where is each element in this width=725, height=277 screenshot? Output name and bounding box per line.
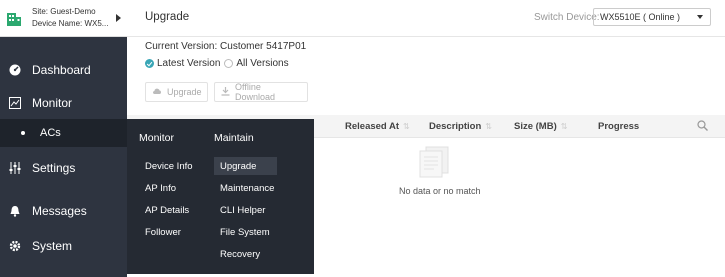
header-divider: [127, 36, 725, 37]
menu-item-upgrade[interactable]: Upgrade: [220, 161, 256, 172]
search-icon[interactable]: [697, 120, 708, 131]
nav-label: System: [32, 239, 73, 253]
page-title: Upgrade: [145, 11, 190, 23]
radio-latest-version[interactable]: [145, 59, 154, 68]
bullet-icon: [21, 131, 25, 135]
menu-item-recovery[interactable]: Recovery: [220, 249, 260, 260]
upgrade-button-label: Upgrade: [167, 87, 202, 97]
monitor-icon: [8, 97, 21, 110]
sort-icon: ⇅: [403, 122, 410, 131]
site-selector[interactable]: Site: Guest-Demo Device Name: WX5...: [0, 0, 127, 37]
offline-download-label: Offline Download: [235, 82, 276, 102]
nav-subitem-acs[interactable]: ACs: [0, 119, 127, 147]
column-size[interactable]: Size (MB) ⇅: [514, 121, 567, 132]
nav-label: Settings: [32, 161, 76, 175]
menu-item-device-info[interactable]: Device Info: [145, 161, 193, 172]
flyout-monitor-header: Monitor: [139, 132, 175, 144]
menu-item-ap-details[interactable]: AP Details: [145, 205, 189, 216]
download-icon: [221, 86, 230, 98]
column-released-at[interactable]: Released At ⇅: [345, 121, 410, 132]
menu-item-cli-helper[interactable]: CLI Helper: [220, 205, 265, 216]
switch-device-select[interactable]: WX5510E ( Online ): [593, 8, 711, 26]
sliders-icon: [8, 162, 21, 175]
menu-item-follower[interactable]: Follower: [145, 227, 181, 238]
empty-document-icon: [419, 146, 449, 178]
nav-label: Messages: [32, 204, 87, 218]
nav-item-messages[interactable]: Messages: [0, 196, 127, 226]
radio-latest-label[interactable]: Latest Version: [157, 58, 220, 69]
gear-icon: [8, 240, 21, 253]
nav-item-monitor[interactable]: Monitor: [0, 88, 127, 118]
column-progress: Progress: [598, 121, 640, 132]
nav-item-system[interactable]: System: [0, 231, 127, 261]
building-icon: [7, 13, 21, 26]
menu-item-maintenance[interactable]: Maintenance: [220, 183, 274, 194]
flyout-maintain-header: Maintain: [214, 132, 254, 144]
radio-all-versions[interactable]: [224, 59, 234, 68]
site-name: Site: Guest-Demo: [32, 7, 96, 16]
column-description[interactable]: Description ⇅: [429, 121, 492, 132]
monitor-flyout-menu: Monitor Maintain Device Info AP Info AP …: [127, 119, 314, 274]
device-name: Device Name: WX5...: [32, 19, 109, 28]
bell-icon: [8, 205, 21, 218]
sort-icon: ⇅: [560, 122, 568, 131]
current-version: Current Version: Customer 5417P01: [145, 41, 307, 52]
chevron-right-icon: [116, 14, 121, 22]
sort-icon: ⇅: [485, 122, 492, 131]
nav-sub-label: ACs: [40, 127, 61, 139]
menu-item-ap-info[interactable]: AP Info: [145, 183, 176, 194]
switch-device-label: Switch Device:: [534, 12, 600, 23]
menu-item-file-system[interactable]: File System: [220, 227, 270, 238]
nav-item-settings[interactable]: Settings: [0, 153, 127, 183]
nav-item-dashboard[interactable]: Dashboard: [0, 55, 127, 85]
cloud-upload-icon: [152, 87, 162, 97]
offline-download-button[interactable]: Offline Download: [214, 82, 308, 102]
dashboard-icon: [8, 64, 21, 77]
nav-label: Monitor: [32, 96, 73, 110]
switch-device-value: WX5510E ( Online ): [600, 12, 681, 22]
version-filter: Latest Version All Versions: [145, 58, 293, 69]
nav-label: Dashboard: [32, 63, 91, 77]
radio-all-label[interactable]: All Versions: [236, 58, 288, 69]
upgrade-button[interactable]: Upgrade: [145, 82, 208, 102]
empty-state-text: No data or no match: [399, 186, 481, 196]
sidebar: Site: Guest-Demo Device Name: WX5... Das…: [0, 0, 127, 277]
caret-down-icon: [697, 15, 703, 19]
